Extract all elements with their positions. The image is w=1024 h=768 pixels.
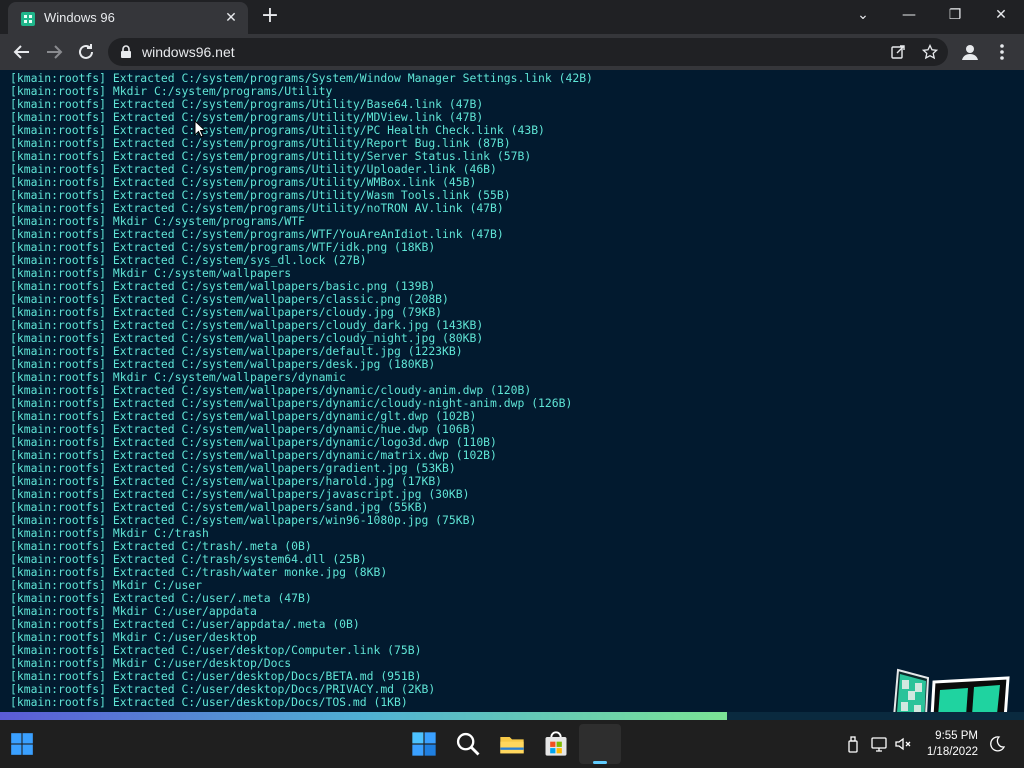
windows96-favicon [21, 12, 35, 26]
profile-icon[interactable] [958, 40, 982, 64]
star-icon[interactable] [922, 44, 938, 60]
tab-search-chevron-icon[interactable]: ⌄ [840, 0, 886, 32]
taskbar: 9:55 PM 1/18/2022 [0, 720, 1024, 768]
lock-icon[interactable] [120, 45, 132, 59]
tab-title: Windows 96 [44, 10, 115, 25]
boot-console-viewport: [kmain:rootfs] Extracted C:/system/progr… [0, 70, 1024, 720]
active-app-indicator [593, 761, 607, 764]
tab-strip: Windows 96 ✕ + ⌄ — ❐ ✕ [0, 0, 1024, 34]
close-window-button[interactable]: ✕ [978, 0, 1024, 32]
focus-moon-icon[interactable] [988, 735, 1006, 753]
windows96-logo [892, 668, 1010, 720]
tab-close-icon[interactable]: ✕ [222, 9, 240, 27]
share-icon[interactable] [890, 44, 906, 60]
new-tab-button[interactable]: + [258, 5, 282, 29]
reload-icon[interactable] [74, 40, 98, 64]
boot-log: [kmain:rootfs] Extracted C:/system/progr… [10, 72, 593, 709]
usb-icon[interactable] [844, 735, 862, 753]
windows-start-icon[interactable] [9, 731, 35, 757]
chrome-taskbar-button[interactable] [579, 724, 621, 764]
browser-tab[interactable]: Windows 96 ✕ [8, 2, 248, 34]
url-text[interactable]: windows96.net [142, 44, 235, 60]
forward-arrow-icon[interactable] [42, 40, 66, 64]
back-arrow-icon[interactable] [10, 40, 34, 64]
clock-date: 1/18/2022 [926, 746, 978, 758]
store-icon[interactable] [542, 730, 570, 758]
minimize-button[interactable]: — [886, 0, 932, 32]
system-clock[interactable]: 9:55 PM 1/18/2022 [888, 728, 978, 760]
console-line: [kmain:rootfs] Extracted C:/user/desktop… [10, 695, 408, 709]
boot-progress-fill [0, 712, 728, 720]
maximize-button[interactable]: ❐ [932, 0, 978, 32]
browser-toolbar: windows96.net [0, 34, 1024, 70]
kebab-menu-icon[interactable] [990, 40, 1014, 64]
file-explorer-icon[interactable] [498, 730, 526, 758]
address-bar[interactable]: windows96.net [108, 38, 948, 66]
network-icon[interactable] [870, 735, 888, 753]
boot-progress-bar [0, 712, 1024, 720]
mouse-cursor-icon [194, 120, 206, 138]
windows-start-menu-icon[interactable] [410, 730, 438, 758]
clock-time: 9:55 PM [935, 730, 978, 742]
search-icon[interactable] [454, 730, 482, 758]
